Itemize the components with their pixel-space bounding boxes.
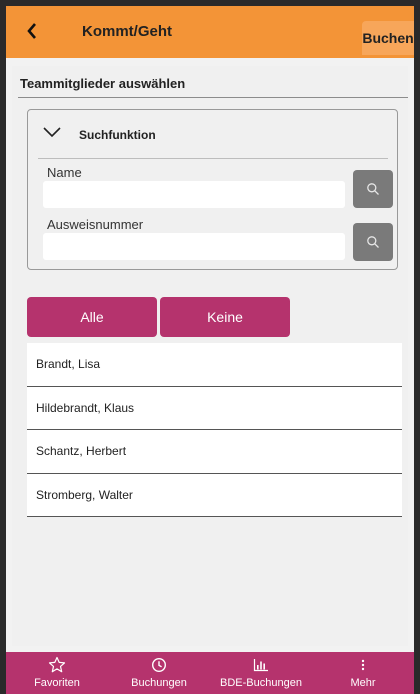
section-divider [18,97,408,98]
name-input[interactable] [43,181,345,208]
badge-label: Ausweisnummer [47,217,144,232]
tab-buchungen[interactable]: Buchungen [108,652,210,694]
star-icon [48,655,66,675]
buchen-button[interactable]: Buchen [362,21,414,55]
list-item[interactable]: Schantz, Herbert [27,430,402,474]
select-none-button[interactable]: Keine [160,297,290,337]
more-icon [360,655,366,675]
badge-search-button[interactable] [353,223,393,261]
section-title: Teammitglieder auswählen [20,76,186,91]
header-bar: Kommt/Geht Buchen [6,6,414,58]
clock-icon [151,655,167,675]
back-arrow-icon [27,23,36,39]
bar-chart-icon [253,655,269,675]
search-icon [367,236,379,248]
search-toggle-label: Suchfunktion [79,128,156,142]
back-button[interactable] [20,18,44,44]
tab-label: Buchungen [131,677,187,689]
app-frame: Kommt/Geht Buchen Teammitglieder auswähl… [6,6,414,694]
tab-label: Favoriten [34,677,80,689]
search-icon [367,183,379,195]
list-item[interactable]: Brandt, Lisa [27,343,402,387]
search-divider [38,158,388,159]
tab-mehr[interactable]: Mehr [312,652,414,694]
bottom-tab-bar: Favoriten Buchungen BDE-Buchungen Mehr [6,652,414,694]
tab-label: BDE-Buchungen [220,677,302,689]
chevron-down-icon [43,127,61,138]
member-list: Brandt, Lisa Hildebrandt, Klaus Schantz,… [27,343,402,517]
tab-label: Mehr [350,677,376,689]
tab-bde-buchungen[interactable]: BDE-Buchungen [210,652,312,694]
search-panel: Suchfunktion Name Ausweisnummer [27,109,398,270]
main-content: Teammitglieder auswählen Suchfunktion Na… [12,66,408,646]
name-label: Name [47,165,82,180]
badge-input[interactable] [43,233,345,260]
list-item[interactable]: Stromberg, Walter [27,473,402,517]
select-all-button[interactable]: Alle [27,297,157,337]
list-item[interactable]: Hildebrandt, Klaus [27,386,402,430]
search-toggle[interactable]: Suchfunktion [28,110,397,158]
page-title: Kommt/Geht [82,23,172,40]
name-search-button[interactable] [353,170,393,208]
tab-favoriten[interactable]: Favoriten [6,652,108,694]
